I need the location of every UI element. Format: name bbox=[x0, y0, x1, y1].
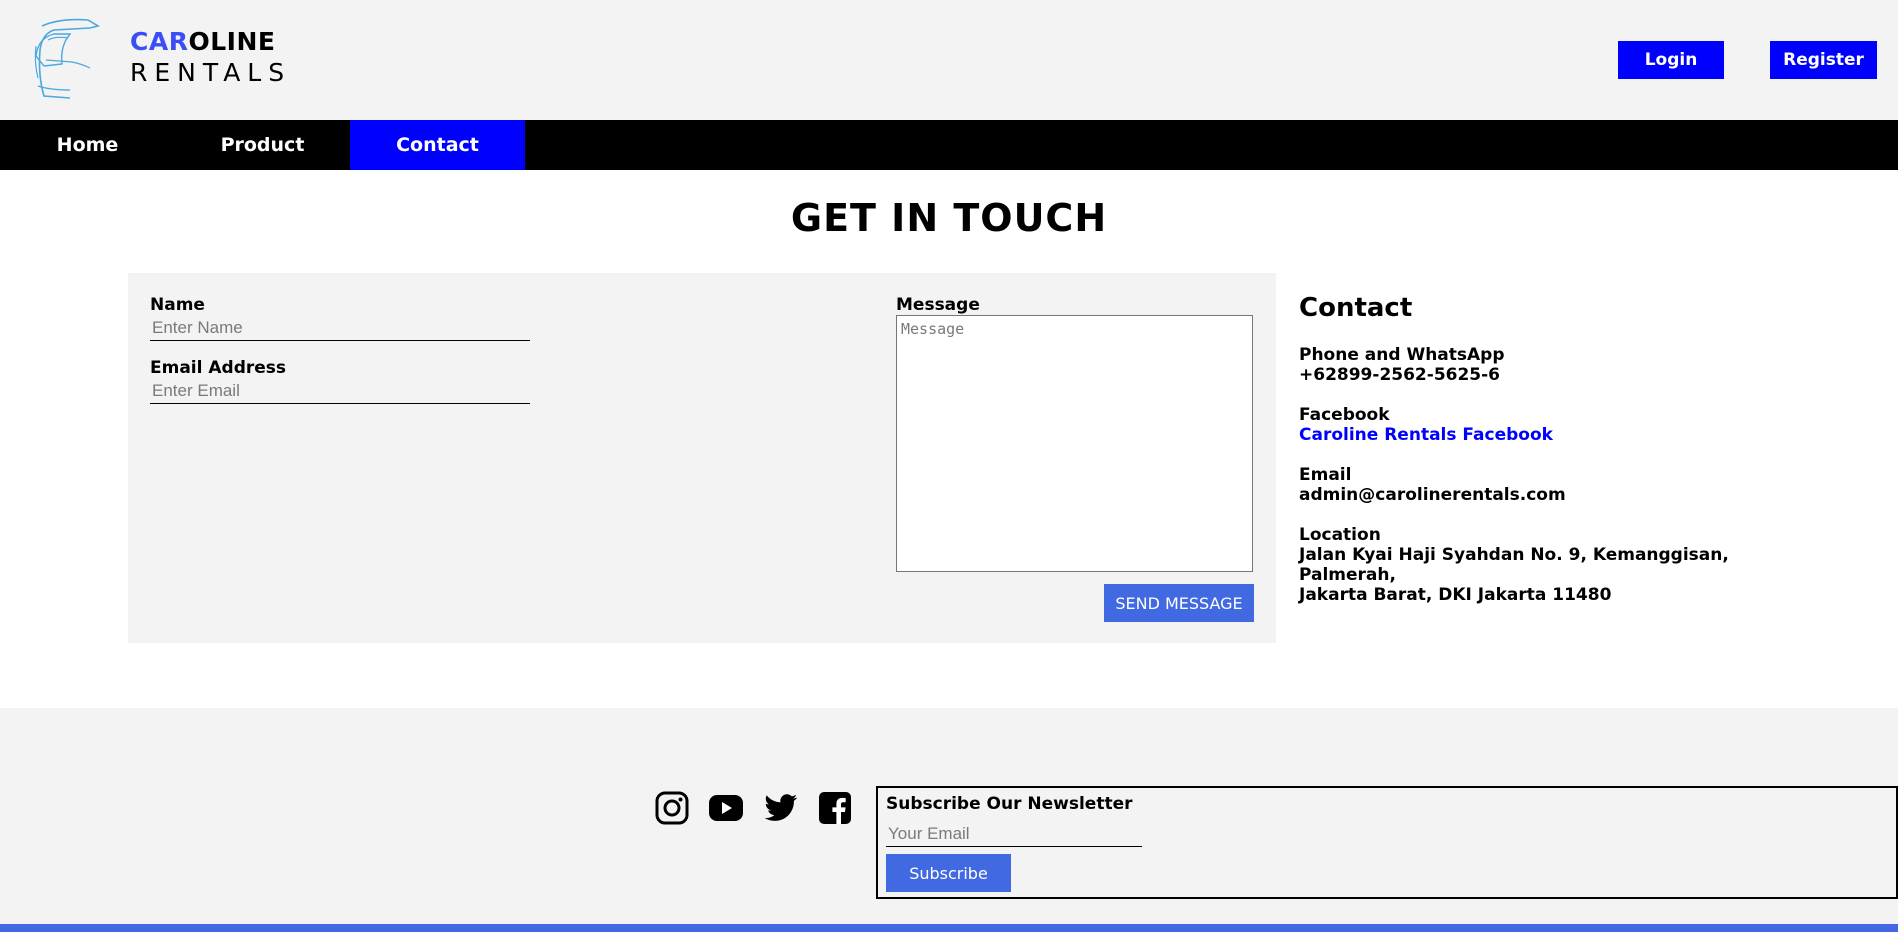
name-input[interactable] bbox=[150, 315, 530, 341]
twitter-icon[interactable] bbox=[763, 790, 799, 826]
message-label: Message bbox=[896, 295, 980, 315]
email-input[interactable] bbox=[150, 378, 530, 404]
location-label: Location bbox=[1299, 525, 1381, 545]
instagram-icon[interactable] bbox=[654, 790, 690, 826]
facebook-block: Facebook Caroline Rentals Facebook bbox=[1299, 405, 1819, 445]
youtube-icon[interactable] bbox=[708, 790, 744, 826]
facebook-icon[interactable] bbox=[817, 790, 853, 826]
main-nav: Home Product Contact bbox=[0, 120, 1898, 170]
logo-accent: CAR bbox=[130, 27, 189, 56]
nav-item-home[interactable]: Home bbox=[0, 120, 175, 170]
contact-info: Contact Phone and WhatsApp +62899-2562-5… bbox=[1299, 293, 1819, 625]
newsletter-box: Subscribe Our Newsletter Subscribe bbox=[876, 786, 1898, 899]
phone-label: Phone and WhatsApp bbox=[1299, 345, 1505, 365]
subscribe-button[interactable]: Subscribe bbox=[886, 854, 1011, 892]
page-title: GET IN TOUCH bbox=[790, 196, 1108, 240]
logo-subtitle: RENTALS bbox=[130, 58, 292, 87]
logo-rest: OLINE bbox=[188, 27, 276, 56]
email-block: Email admin@carolinerentals.com bbox=[1299, 465, 1819, 505]
header: CAROLINE RENTALS Login Register bbox=[0, 0, 1898, 120]
logo-text: CAROLINE RENTALS bbox=[130, 26, 291, 88]
name-label: Name bbox=[150, 295, 205, 315]
phone-block: Phone and WhatsApp +62899-2562-5625-6 bbox=[1299, 345, 1819, 385]
newsletter-email-input[interactable] bbox=[886, 821, 1142, 847]
email-label: Email bbox=[1299, 465, 1352, 485]
email-value: admin@carolinerentals.com bbox=[1299, 485, 1566, 505]
location-line1: Jalan Kyai Haji Syahdan No. 9, Kemanggis… bbox=[1299, 545, 1729, 585]
register-button[interactable]: Register bbox=[1770, 41, 1877, 79]
message-textarea[interactable] bbox=[896, 315, 1253, 572]
login-button[interactable]: Login bbox=[1618, 41, 1724, 79]
newsletter-title: Subscribe Our Newsletter bbox=[886, 794, 1133, 814]
nav-item-contact[interactable]: Contact bbox=[350, 120, 525, 170]
contact-form: Name Email Address Message SEND MESSAGE bbox=[128, 273, 1276, 643]
facebook-label: Facebook bbox=[1299, 405, 1390, 425]
phone-value: +62899-2562-5625-6 bbox=[1299, 365, 1501, 385]
send-message-button[interactable]: SEND MESSAGE bbox=[1104, 584, 1254, 622]
footer-bar bbox=[0, 924, 1898, 932]
contact-heading: Contact bbox=[1299, 293, 1413, 323]
nav-item-product[interactable]: Product bbox=[175, 120, 350, 170]
logo[interactable]: CAROLINE RENTALS bbox=[30, 16, 284, 106]
car-logo-icon bbox=[34, 18, 101, 99]
facebook-link[interactable]: Caroline Rentals Facebook bbox=[1299, 425, 1819, 445]
location-line2: Jakarta Barat, DKI Jakarta 11480 bbox=[1299, 585, 1612, 605]
location-block: Location Jalan Kyai Haji Syahdan No. 9, … bbox=[1299, 525, 1819, 605]
email-label: Email Address bbox=[150, 358, 287, 378]
